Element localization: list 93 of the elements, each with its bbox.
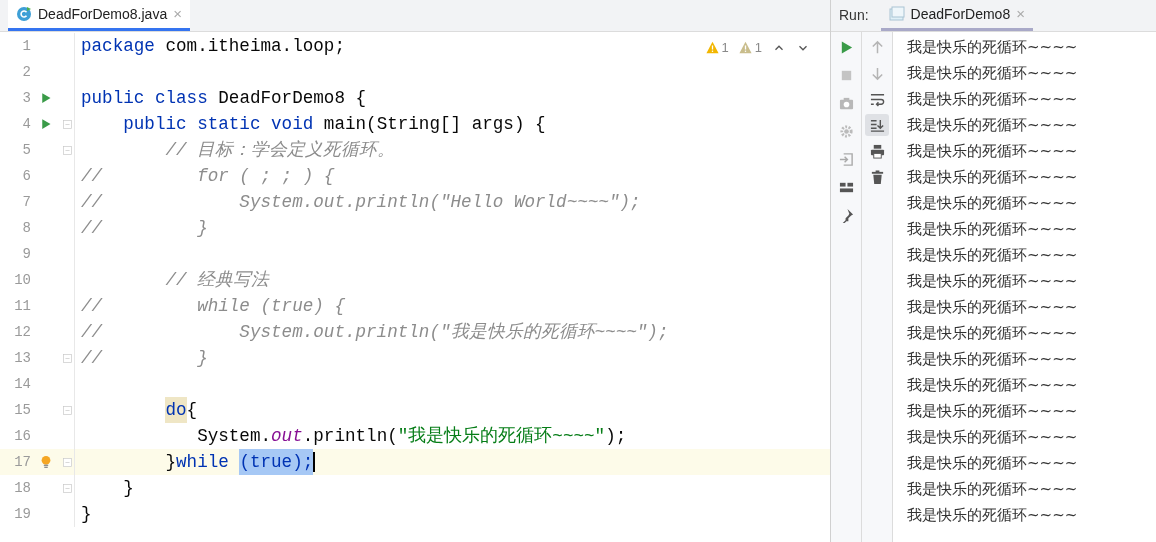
line-number: 11 xyxy=(13,296,31,316)
code-text: public static void xyxy=(123,113,315,136)
line-number: 12 xyxy=(13,322,31,342)
inspection-counter[interactable]: 1 xyxy=(705,38,729,58)
scroll-to-end-icon xyxy=(869,117,885,133)
console-output-line: 我是快乐的死循环~~~~ xyxy=(907,479,1079,500)
line-number: 1 xyxy=(21,36,31,56)
code-text: // 目标：学会定义死循环。 xyxy=(165,139,396,162)
fold-marker-icon[interactable] xyxy=(62,144,73,156)
console-output-line: 我是快乐的死循环~~~~ xyxy=(907,349,1079,370)
console-output-line: 我是快乐的死循环~~~~ xyxy=(907,37,1079,58)
code-text: DeadForDemo8 { xyxy=(218,87,367,110)
console-icon xyxy=(888,6,905,22)
inspection-counter[interactable]: 1 xyxy=(738,38,762,58)
console-output-line: 我是快乐的死循环~~~~ xyxy=(907,453,1079,474)
warning-icon xyxy=(705,41,719,55)
code-text: // } xyxy=(81,347,208,370)
fold-marker-icon[interactable] xyxy=(62,118,73,130)
console-output-line: 我是快乐的死循环~~~~ xyxy=(907,427,1079,448)
code-text: } xyxy=(81,503,92,526)
console-output-line: 我是快乐的死循环~~~~ xyxy=(907,375,1079,396)
print-icon xyxy=(869,143,885,159)
code-text: main(String[] args) { xyxy=(323,113,546,136)
console-output-line: 我是快乐的死循环~~~~ xyxy=(907,323,1079,344)
close-icon[interactable]: × xyxy=(1016,2,1025,26)
console-output-line: 我是快乐的死循环~~~~ xyxy=(907,193,1079,214)
console-output-line: 我是快乐的死循环~~~~ xyxy=(907,219,1079,240)
exit-icon xyxy=(838,151,854,167)
console-output-line: 我是快乐的死循环~~~~ xyxy=(907,167,1079,188)
code-text: com.itheima.loop; xyxy=(165,35,345,58)
warning-icon xyxy=(738,41,752,55)
fold-marker-icon[interactable] xyxy=(62,482,73,494)
line-number: 9 xyxy=(21,244,31,264)
run-tab[interactable]: DeadForDemo8 × xyxy=(880,0,1033,31)
code-text: out xyxy=(271,425,303,448)
run-icon[interactable] xyxy=(40,118,52,130)
code-text: // } xyxy=(81,217,208,240)
console-output-line: 我是快乐的死循环~~~~ xyxy=(907,505,1079,526)
console-output-line: 我是快乐的死循环~~~~ xyxy=(907,271,1079,292)
console-output-line: 我是快乐的死循环~~~~ xyxy=(907,63,1079,84)
fold-marker-icon[interactable] xyxy=(62,352,73,364)
scroll-to-end-button[interactable] xyxy=(865,114,889,136)
console-output-line: 我是快乐的死循环~~~~ xyxy=(907,89,1079,110)
line-number: 4 xyxy=(21,114,31,134)
console-output-line: 我是快乐的死循环~~~~ xyxy=(907,115,1079,136)
code-text: package xyxy=(81,35,156,58)
fold-marker-icon[interactable] xyxy=(62,456,73,468)
line-number: 7 xyxy=(21,192,31,212)
code-text: System. xyxy=(197,425,272,448)
line-number: 17 xyxy=(13,452,31,472)
line-number: 5 xyxy=(21,140,31,160)
code-text: { xyxy=(186,399,198,422)
line-number: 19 xyxy=(13,504,31,524)
camera-icon xyxy=(838,95,854,111)
trash-icon xyxy=(869,169,885,185)
code-text: // while (true) { xyxy=(81,295,345,318)
line-number: 2 xyxy=(21,62,31,82)
code-text: (true); xyxy=(239,449,314,475)
line-number: 10 xyxy=(13,270,31,290)
code-text: // System.out.println("Hello World~~~~"); xyxy=(81,191,641,214)
gear-icon xyxy=(838,123,854,139)
line-number: 3 xyxy=(21,88,31,108)
line-number: 15 xyxy=(13,400,31,420)
line-number: 14 xyxy=(13,374,31,394)
line-number: 16 xyxy=(13,426,31,446)
code-text: "我是快乐的死循环~~~~" xyxy=(397,425,606,448)
line-number: 6 xyxy=(21,166,31,186)
fold-marker-icon[interactable] xyxy=(62,404,73,416)
code-text: while xyxy=(176,451,230,474)
code-text: public class xyxy=(81,87,209,110)
code-text: do xyxy=(165,397,187,423)
file-tab[interactable]: DeadForDemo8.java × xyxy=(8,0,190,31)
code-text: } xyxy=(123,477,134,500)
text-caret xyxy=(313,452,316,472)
run-label: Run: xyxy=(839,6,869,25)
close-icon[interactable]: × xyxy=(173,2,182,26)
line-number: 18 xyxy=(13,478,31,498)
code-text: .println( xyxy=(302,425,398,448)
console-output-line: 我是快乐的死循环~~~~ xyxy=(907,245,1079,266)
console-output-line: 我是快乐的死循环~~~~ xyxy=(907,141,1079,162)
code-text: ); xyxy=(605,425,627,448)
console-output-line: 我是快乐的死循环~~~~ xyxy=(907,297,1079,318)
run-icon[interactable] xyxy=(40,92,52,104)
class-file-icon xyxy=(16,6,32,22)
code-text: // for ( ; ; ) { xyxy=(81,165,335,188)
code-text: // 经典写法 xyxy=(165,269,270,292)
console-output-line: 我是快乐的死循环~~~~ xyxy=(907,401,1079,422)
wrap-icon xyxy=(869,91,885,107)
code-text: } xyxy=(165,451,177,474)
lightbulb-icon[interactable] xyxy=(39,454,53,470)
code-text: // System.out.println("我是快乐的死循环~~~~"); xyxy=(81,321,669,344)
line-number: 8 xyxy=(21,218,31,238)
line-number: 13 xyxy=(13,348,31,368)
